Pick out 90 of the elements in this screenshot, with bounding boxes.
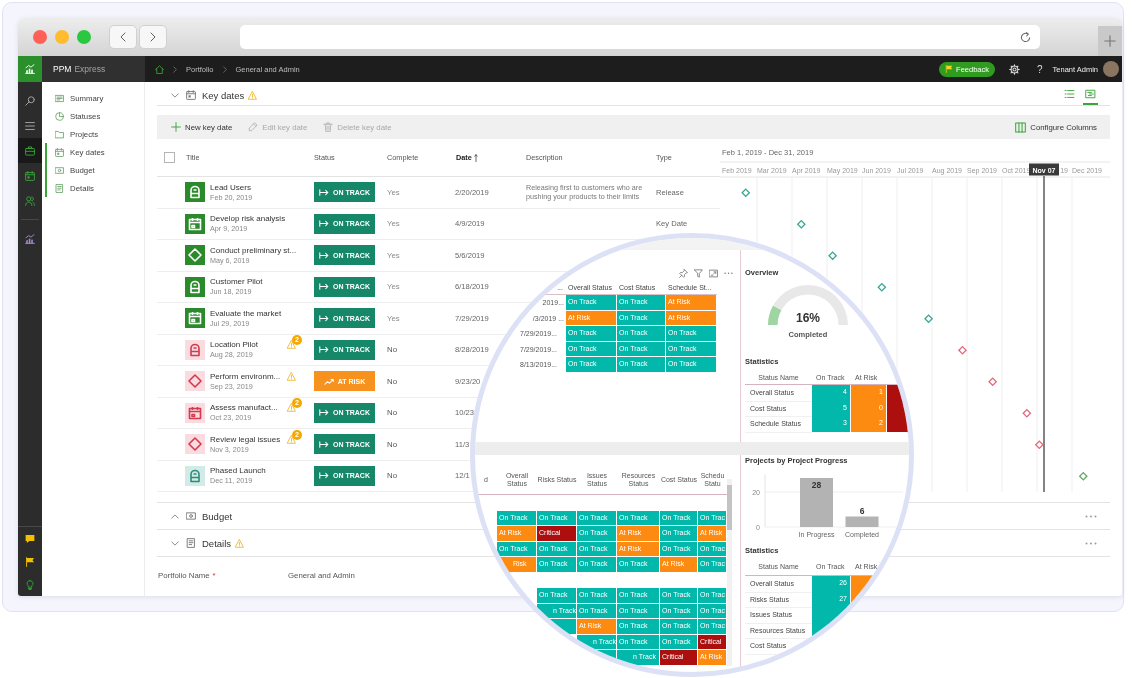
key-date-title[interactable]: Lead Users bbox=[210, 182, 251, 192]
bar[interactable] bbox=[800, 478, 833, 527]
milestone-marker[interactable] bbox=[924, 314, 934, 324]
document-icon bbox=[186, 538, 196, 548]
chevron-down-icon[interactable] bbox=[171, 92, 179, 98]
key-date-title[interactable]: Evaluate the market bbox=[210, 308, 282, 318]
chevron-left-icon bbox=[120, 32, 126, 42]
new-tab-button[interactable] bbox=[1098, 26, 1122, 56]
milestone-marker[interactable] bbox=[1022, 408, 1032, 418]
product-name-suffix: Express bbox=[74, 64, 106, 74]
menu-icon bbox=[25, 120, 35, 131]
key-date-title[interactable]: Develop risk analysis bbox=[210, 214, 286, 224]
arrow-right-icon bbox=[319, 251, 329, 259]
sidebar-button[interactable] bbox=[18, 138, 42, 163]
calendar-icon bbox=[25, 170, 35, 181]
milestone-marker[interactable] bbox=[877, 282, 887, 292]
maximize-icon[interactable] bbox=[77, 30, 91, 44]
banknote-icon bbox=[55, 165, 64, 175]
section-title: Key dates bbox=[202, 89, 245, 101]
milestone-marker[interactable] bbox=[796, 219, 806, 229]
select-all-checkbox[interactable] bbox=[164, 152, 175, 163]
section-title: Budget bbox=[202, 510, 233, 522]
help-button[interactable]: ? bbox=[1037, 63, 1043, 75]
expand-icon[interactable] bbox=[709, 268, 718, 278]
pin-icon[interactable] bbox=[679, 268, 688, 278]
user-avatar[interactable] bbox=[1103, 61, 1119, 77]
plus-icon bbox=[1104, 35, 1116, 47]
key-date-title[interactable]: Conduct preliminary st... bbox=[210, 245, 297, 255]
arrow-right-icon bbox=[319, 220, 329, 228]
app-logo-icon[interactable] bbox=[18, 56, 42, 82]
briefcase-icon bbox=[25, 145, 35, 156]
search-icon bbox=[25, 95, 35, 106]
data-label: 6 bbox=[859, 505, 865, 516]
arrow-right-icon bbox=[319, 409, 329, 417]
chevron-up-icon[interactable] bbox=[171, 513, 179, 519]
gauge-value: 16% bbox=[796, 311, 820, 325]
milestone-marker[interactable] bbox=[988, 377, 998, 387]
data-label: 28 bbox=[811, 479, 822, 490]
document-icon bbox=[55, 183, 64, 193]
key-date-title[interactable]: Perform environm... bbox=[210, 371, 284, 381]
milestone-marker[interactable] bbox=[957, 345, 967, 355]
key-date-title[interactable]: Customer Pilot bbox=[210, 277, 263, 287]
arrow-right-icon bbox=[319, 440, 329, 448]
arrow-right-icon bbox=[319, 314, 329, 322]
flag-icon bbox=[25, 556, 35, 567]
plus-icon bbox=[171, 122, 181, 132]
scrollbar-thumb[interactable] bbox=[727, 485, 732, 530]
flag-icon bbox=[945, 65, 954, 73]
pencil-icon bbox=[248, 122, 259, 132]
sort-arrow-icon bbox=[473, 153, 478, 162]
more-icon[interactable] bbox=[1085, 514, 1097, 518]
reload-icon[interactable] bbox=[1020, 31, 1031, 43]
trash-icon bbox=[323, 122, 334, 132]
chevron-right-icon bbox=[150, 32, 156, 42]
arrow-right-icon bbox=[319, 283, 329, 291]
pie-chart-icon bbox=[55, 111, 64, 121]
timeline-view-icon bbox=[1085, 89, 1096, 99]
lightbulb-icon bbox=[25, 579, 35, 590]
banknote-icon bbox=[186, 511, 196, 521]
filter-icon[interactable] bbox=[694, 268, 703, 278]
product-name: PPM bbox=[53, 64, 72, 74]
calendar-icon bbox=[186, 90, 196, 100]
bar-chart-icon bbox=[25, 233, 35, 244]
settings-icon[interactable] bbox=[1009, 63, 1020, 75]
arrow-right-icon bbox=[319, 188, 329, 196]
key-date-title[interactable]: Phased Launch bbox=[210, 466, 266, 476]
columns-icon bbox=[1015, 121, 1027, 133]
more-icon[interactable] bbox=[724, 271, 733, 275]
arrow-right-icon bbox=[319, 346, 329, 354]
section-title: Details bbox=[202, 537, 232, 549]
chevron-right-icon bbox=[173, 65, 177, 73]
milestone-marker[interactable] bbox=[1078, 471, 1088, 481]
chevron-right-icon bbox=[222, 65, 227, 73]
key-date-title[interactable]: Assess manufact... bbox=[210, 403, 284, 413]
key-date-title[interactable]: Location Pilot bbox=[210, 340, 284, 350]
home-icon[interactable] bbox=[155, 64, 164, 74]
chat-icon bbox=[25, 533, 35, 544]
close-icon[interactable] bbox=[33, 30, 47, 44]
trend-up-icon bbox=[323, 377, 334, 385]
chevron-down-icon[interactable] bbox=[171, 540, 179, 546]
milestone-marker[interactable] bbox=[741, 188, 751, 198]
calendar-icon bbox=[55, 147, 64, 157]
arrow-right-icon bbox=[319, 472, 329, 480]
milestone-marker[interactable] bbox=[1034, 440, 1044, 450]
more-icon[interactable] bbox=[1085, 541, 1097, 545]
people-icon bbox=[25, 195, 35, 206]
summary-icon bbox=[55, 93, 64, 103]
key-date-title[interactable]: Review legal issues bbox=[210, 434, 284, 444]
folder-icon bbox=[55, 129, 64, 139]
list-view-icon bbox=[1064, 89, 1075, 99]
